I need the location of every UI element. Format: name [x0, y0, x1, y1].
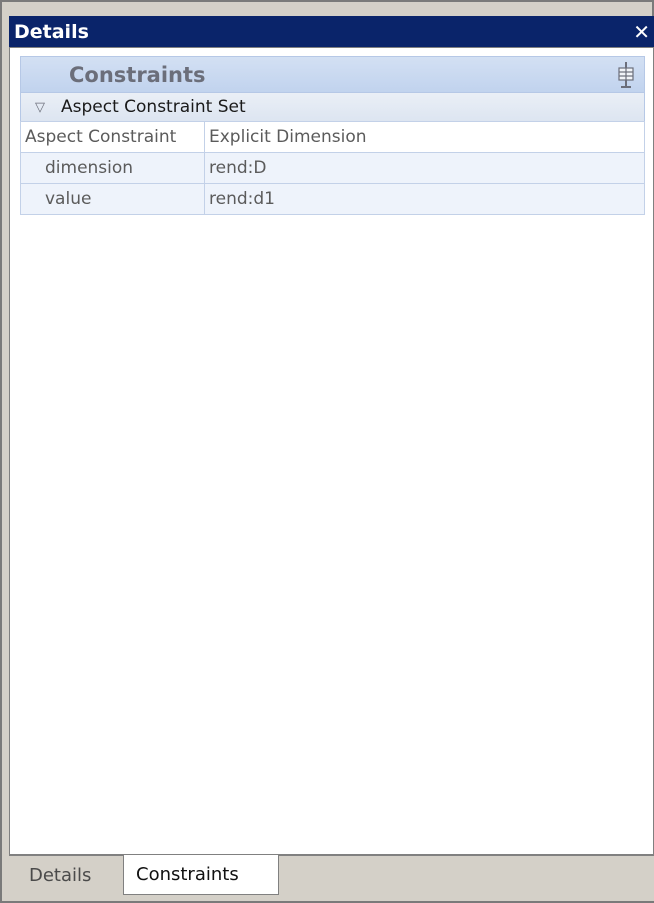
group-label: Aspect Constraint Set — [61, 97, 246, 117]
table-header-row: Aspect Constraint Explicit Dimension — [20, 121, 645, 153]
tab-details[interactable]: Details — [17, 856, 121, 894]
collapse-triangle-icon[interactable]: ▽ — [35, 100, 45, 115]
header-cell-name: Aspect Constraint — [20, 121, 205, 153]
header-cell-value: Explicit Dimension — [204, 121, 645, 153]
group-header[interactable]: ▽ Aspect Constraint Set — [20, 93, 645, 121]
row-value-cell[interactable]: rend:D — [204, 152, 645, 184]
row-name-cell: dimension — [20, 152, 205, 184]
row-name-cell: value — [20, 183, 205, 215]
row-value-cell[interactable]: rend:d1 — [204, 183, 645, 215]
content-area: Constraints ▽ Aspect Constraint Set Aspe… — [9, 47, 654, 855]
panel-title: Constraints — [69, 62, 206, 87]
table-row[interactable]: dimension rend:D — [20, 152, 645, 184]
window-title: Details — [14, 20, 89, 43]
close-icon[interactable]: ✕ — [633, 22, 650, 42]
tab-constraints[interactable]: Constraints — [123, 855, 279, 895]
table-row[interactable]: value rend:d1 — [20, 183, 645, 215]
pin-icon[interactable] — [616, 61, 636, 89]
property-table: Aspect Constraint Explicit Dimension dim… — [20, 121, 645, 215]
panel-header: Constraints — [20, 56, 645, 93]
title-bar[interactable]: Details ✕ — [9, 16, 654, 47]
tab-bar: Details Constraints — [9, 855, 654, 901]
details-window: Details ✕ Constraints ▽ Aspect Constrain… — [0, 0, 654, 903]
